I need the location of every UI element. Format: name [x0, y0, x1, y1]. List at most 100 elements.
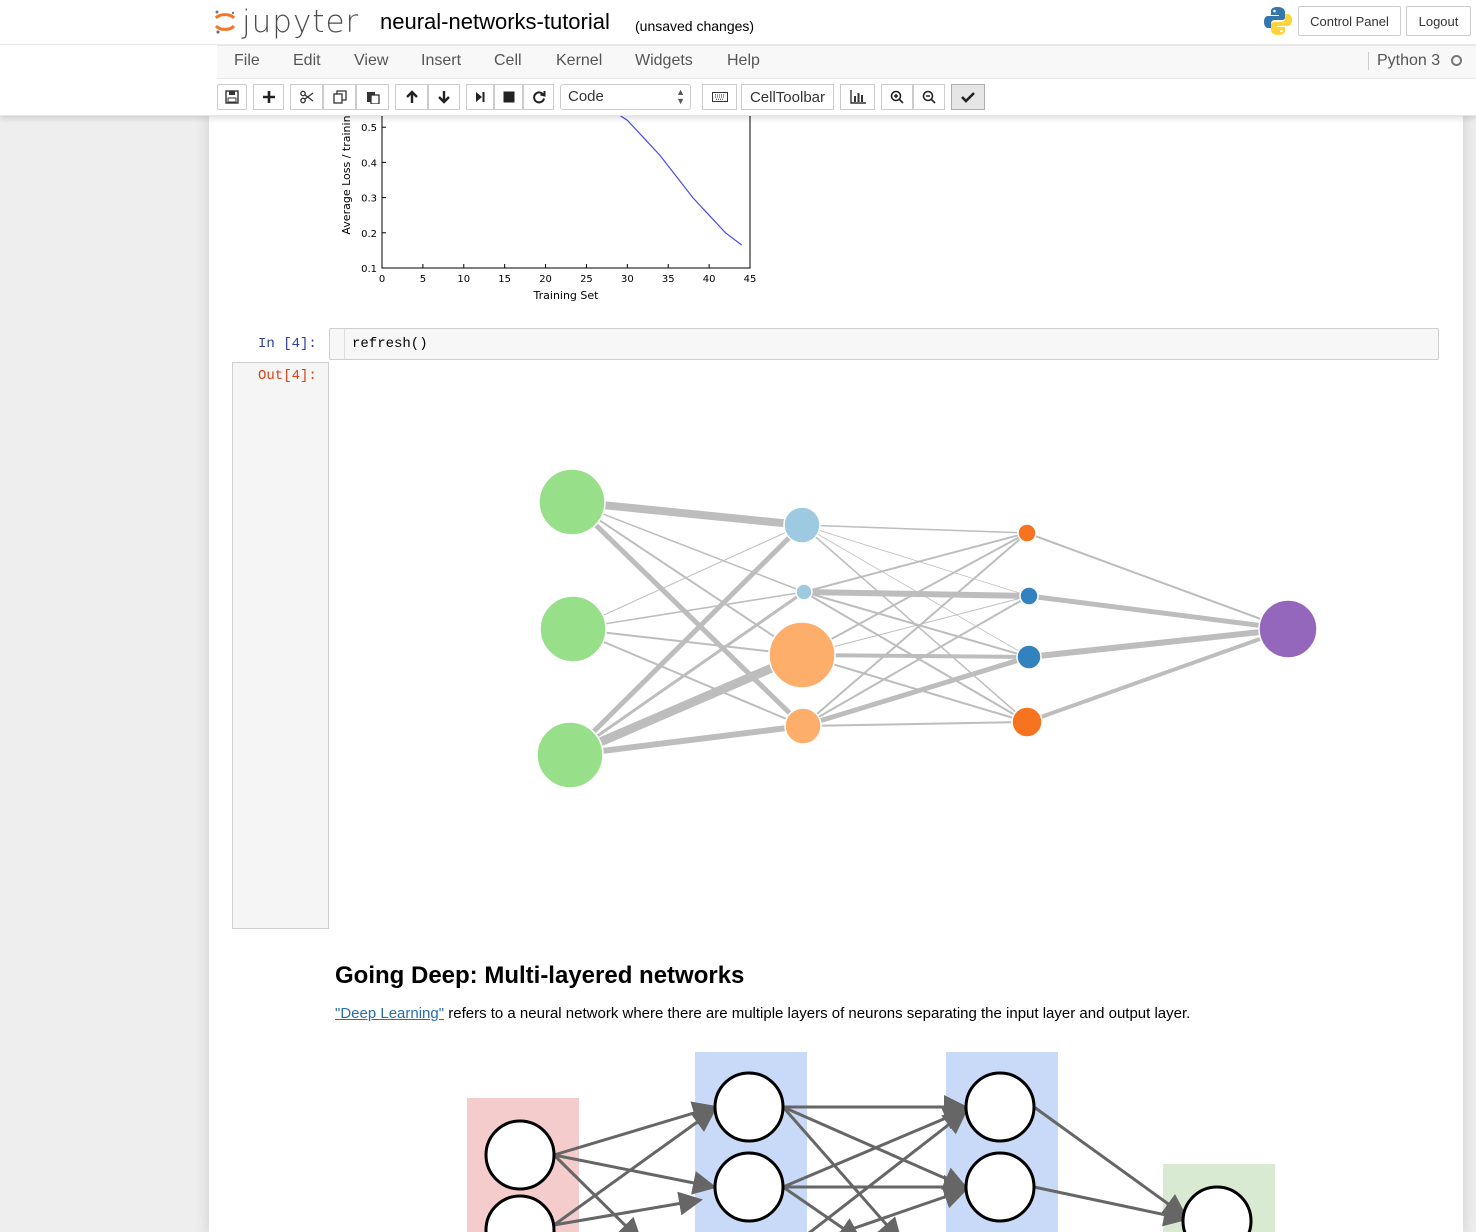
select-arrows-icon: ▲ ▼ [676, 87, 685, 106]
output-prompt-area[interactable] [232, 362, 329, 929]
menu-view[interactable]: View [354, 52, 388, 70]
arrow-down-icon [438, 91, 450, 104]
x-tick-label: 10 [457, 274, 470, 285]
chart-button[interactable] [840, 84, 875, 110]
x-tick-label: 30 [621, 274, 634, 285]
menubar: File Edit View Insert Cell Kernel Widget… [217, 45, 1476, 79]
network-edge [801, 524, 1028, 534]
output-node [1258, 599, 1318, 659]
network-edge [802, 721, 1028, 727]
check-icon [961, 92, 975, 103]
diagram-hidden-node [713, 1071, 785, 1143]
stop-icon [503, 91, 514, 103]
diagram-input-node [484, 1119, 556, 1191]
save-status: (unsaved changes) [635, 18, 755, 34]
menu-edit[interactable]: Edit [293, 52, 321, 70]
network-visualization [536, 468, 1318, 789]
zoom-out-button[interactable] [913, 84, 945, 110]
network-edge [572, 628, 804, 727]
x-tick-label: 0 [379, 274, 385, 285]
y-tick-label: 0.5 [361, 123, 377, 134]
cut-button[interactable] [290, 84, 323, 110]
paragraph-text: refers to a neural network where there a… [444, 1005, 1191, 1022]
hidden-node [784, 707, 822, 745]
save-button[interactable] [217, 84, 247, 110]
bar-chart-icon [849, 90, 866, 104]
jupyter-logo-icon [214, 9, 236, 35]
x-tick-label: 25 [580, 274, 593, 285]
plus-icon [262, 91, 275, 103]
run-button[interactable] [466, 84, 494, 110]
network-edge [803, 591, 1030, 658]
arrow-up-icon [405, 90, 418, 103]
save-icon [225, 90, 239, 104]
paste-button[interactable] [356, 84, 389, 110]
jupyter-logo[interactable]: jupyter [214, 4, 359, 40]
x-tick-label: 45 [744, 274, 757, 285]
code-line: refresh() [352, 336, 428, 352]
network-edge [802, 595, 1030, 727]
logout-button[interactable]: Logout [1406, 6, 1471, 36]
copy-button[interactable] [323, 84, 356, 110]
network-edge [571, 498, 803, 529]
hidden-node [1016, 644, 1042, 670]
loss-x-axis-label: Training Set [533, 289, 600, 302]
keyboard-icon [711, 92, 728, 102]
deep-learning-link[interactable]: "Deep Learning" [335, 1005, 444, 1022]
cut-icon [299, 90, 313, 104]
menu-widgets[interactable]: Widgets [635, 52, 693, 70]
network-edge [802, 654, 1030, 729]
restart-button[interactable] [523, 84, 554, 110]
y-tick-label: 0.2 [361, 229, 377, 240]
network-edge [1028, 593, 1289, 632]
top-bar: jupyter neural-networks-tutorial (unsave… [0, 0, 1476, 45]
insert-cell-button[interactable] [253, 84, 284, 110]
kernel-idle-indicator-icon [1451, 55, 1462, 66]
restart-icon [532, 91, 545, 104]
spellcheck-button[interactable] [951, 84, 985, 110]
command-palette-button[interactable] [702, 84, 737, 110]
loss-chart-frame [381, 115, 751, 269]
zoom-in-icon [890, 90, 904, 104]
cell-type-value: Code [568, 88, 604, 105]
menu-cell[interactable]: Cell [494, 52, 522, 70]
zoom-in-button[interactable] [881, 84, 913, 110]
input-node [536, 721, 604, 789]
hidden-node [1011, 706, 1043, 738]
code-gutter [330, 329, 345, 359]
x-tick-label: 40 [703, 274, 716, 285]
hidden-node [783, 506, 821, 544]
menu-help[interactable]: Help [727, 52, 760, 70]
move-up-button[interactable] [395, 84, 428, 110]
y-tick-label: 0.3 [361, 194, 377, 205]
zoom-out-icon [922, 90, 936, 104]
x-tick-label: 35 [662, 274, 675, 285]
copy-icon [332, 90, 347, 104]
move-down-button[interactable] [428, 84, 460, 110]
menu-file[interactable]: File [234, 52, 260, 70]
deep-network-diagram [467, 1052, 1275, 1232]
markdown-heading: Going Deep: Multi-layered networks [335, 962, 745, 989]
paste-icon [366, 92, 380, 104]
kernel-name: Python 3 [1368, 52, 1440, 70]
input-node [539, 595, 607, 663]
input-node [538, 468, 606, 536]
cell-type-select[interactable]: Code ▲ ▼ [560, 84, 691, 110]
hidden-node [1017, 523, 1037, 543]
x-tick-label: 15 [498, 274, 511, 285]
output-prompt: Out[4]: [258, 368, 317, 384]
menu-kernel[interactable]: Kernel [556, 52, 602, 70]
control-panel-button[interactable]: Control Panel [1298, 6, 1401, 36]
interrupt-button[interactable] [494, 84, 523, 110]
x-tick-label: 20 [539, 274, 552, 285]
celltoolbar-button[interactable]: CellToolbar [741, 84, 834, 110]
code-cell-editor[interactable]: refresh() [329, 328, 1439, 360]
loss-y-axis-label: Average Loss / trainin [340, 115, 353, 234]
diagram-hidden-node [713, 1151, 785, 1223]
network-edge [801, 654, 1028, 723]
hidden-node [768, 621, 836, 689]
input-prompt: In [4]: [258, 336, 317, 352]
notebook-name[interactable]: neural-networks-tutorial [380, 9, 610, 35]
hidden-node [795, 583, 813, 601]
menu-insert[interactable]: Insert [421, 52, 461, 70]
